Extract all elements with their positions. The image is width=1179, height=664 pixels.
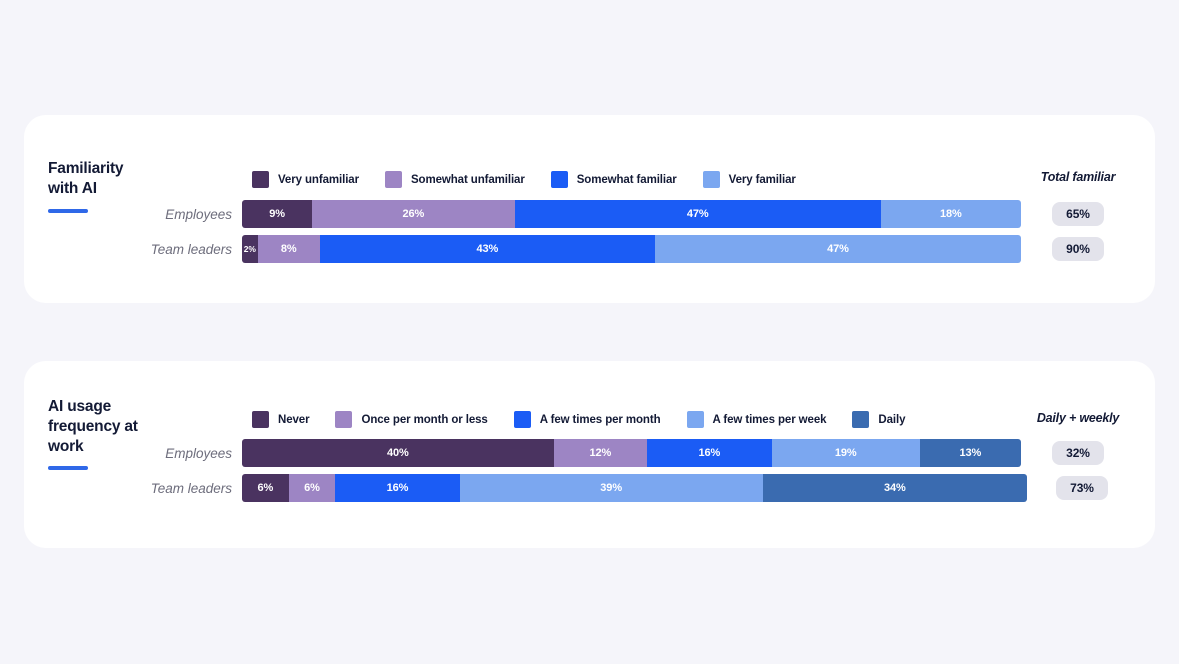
bar-segment-value: 9% — [269, 208, 285, 220]
bar-segment[interactable]: 19% — [772, 439, 920, 467]
legend-item-never[interactable]: Never — [252, 411, 309, 428]
legend-label: Never — [278, 414, 309, 426]
legend-swatch-icon — [252, 411, 269, 428]
table-row: Employees 40% 12% 16% 19% 13% 32% — [24, 439, 1155, 467]
legend-item-daily[interactable]: Daily — [852, 411, 905, 428]
status-badge: 90% — [1052, 237, 1104, 261]
legend-swatch-icon — [514, 411, 531, 428]
bar-segment[interactable]: 16% — [335, 474, 459, 502]
bar-segment[interactable]: 39% — [460, 474, 763, 502]
bar-segment-value: 2% — [244, 244, 256, 254]
bar-rows-familiarity: Employees 9% 26% 47% 18% 65% Team leaders 2… — [24, 200, 1155, 270]
bar-segment-value: 40% — [387, 447, 409, 459]
bar-segment-value: 19% — [835, 447, 857, 459]
legend-familiarity: Very unfamiliar Somewhat unfamiliar Some… — [252, 171, 822, 188]
bar-segment[interactable]: 16% — [647, 439, 772, 467]
bar-segment[interactable]: 26% — [312, 200, 515, 228]
legend-item-very-familiar[interactable]: Very familiar — [703, 171, 796, 188]
row-label-team-leaders: Team leaders — [24, 242, 242, 257]
bar-segment-value: 12% — [589, 447, 611, 459]
legend-item-somewhat-unfamiliar[interactable]: Somewhat unfamiliar — [385, 171, 525, 188]
row-label-employees: Employees — [24, 446, 242, 461]
bar-segment-value: 47% — [827, 243, 849, 255]
bar-segment-value: 34% — [884, 482, 906, 494]
legend-swatch-icon — [385, 171, 402, 188]
legend-label: Very unfamiliar — [278, 174, 359, 186]
summary-cell: 90% — [1023, 237, 1133, 261]
legend-label: Daily — [878, 414, 905, 426]
legend-item-once-per-month-or-less[interactable]: Once per month or less — [335, 411, 487, 428]
bar-segment[interactable]: 13% — [920, 439, 1021, 467]
legend-label: A few times per week — [713, 414, 827, 426]
legend-label: A few times per month — [540, 414, 661, 426]
bar-segment[interactable]: 6% — [289, 474, 336, 502]
bar-segment[interactable]: 12% — [554, 439, 647, 467]
bar-segment[interactable]: 9% — [242, 200, 312, 228]
legend-item-very-unfamiliar[interactable]: Very unfamiliar — [252, 171, 359, 188]
bar-segment[interactable]: 47% — [655, 235, 1021, 263]
chart-title-line-1: Familiarity — [48, 159, 168, 179]
bar-segment[interactable]: 6% — [242, 474, 289, 502]
legend-label: Somewhat familiar — [577, 174, 677, 186]
bar-segment[interactable]: 40% — [242, 439, 554, 467]
chart-title-line-2: frequency at — [48, 417, 168, 437]
summary-cell: 73% — [1027, 476, 1137, 500]
stacked-bar-employees[interactable]: 40% 12% 16% 19% 13% — [242, 439, 1021, 467]
bar-segment[interactable]: 8% — [258, 235, 320, 263]
legend-item-a-few-times-per-month[interactable]: A few times per month — [514, 411, 661, 428]
legend-label: Very familiar — [729, 174, 796, 186]
bar-segment[interactable]: 43% — [320, 235, 655, 263]
summary-header-daily-weekly: Daily + weekly — [1023, 411, 1133, 425]
legend-swatch-icon — [551, 171, 568, 188]
stacked-bar-employees[interactable]: 9% 26% 47% 18% — [242, 200, 1021, 228]
bar-segment[interactable]: 2% — [242, 235, 258, 263]
card-ai-usage-frequency: AI usage frequency at work Never Once pe… — [24, 361, 1155, 548]
chart-title-line-2: with AI — [48, 179, 168, 199]
status-badge: 65% — [1052, 202, 1104, 226]
summary-cell: 65% — [1023, 202, 1133, 226]
bar-segment-value: 6% — [304, 482, 320, 494]
legend-swatch-icon — [703, 171, 720, 188]
bar-segment[interactable]: 18% — [881, 200, 1021, 228]
bar-rows-usage: Employees 40% 12% 16% 19% 13% 32% Team leade… — [24, 439, 1155, 509]
legend-item-a-few-times-per-week[interactable]: A few times per week — [687, 411, 827, 428]
bar-segment[interactable]: 34% — [763, 474, 1027, 502]
chart-title-line-1: AI usage — [48, 397, 168, 417]
card-familiarity-with-ai: Familiarity with AI Very unfamiliar Some… — [24, 115, 1155, 303]
row-label-employees: Employees — [24, 207, 242, 222]
chart-page: Familiarity with AI Very unfamiliar Some… — [0, 0, 1179, 664]
status-badge: 32% — [1052, 441, 1104, 465]
bar-segment-value: 47% — [687, 208, 709, 220]
bar-segment-value: 8% — [281, 243, 297, 255]
summary-cell: 32% — [1023, 441, 1133, 465]
bar-segment-value: 6% — [257, 482, 273, 494]
table-row: Team leaders 6% 6% 16% 39% 34% 73% — [24, 474, 1155, 502]
legend-label: Once per month or less — [361, 414, 487, 426]
legend-swatch-icon — [252, 171, 269, 188]
legend-swatch-icon — [852, 411, 869, 428]
bar-segment-value: 26% — [403, 208, 425, 220]
legend-swatch-icon — [335, 411, 352, 428]
row-label-team-leaders: Team leaders — [24, 481, 242, 496]
bar-segment-value: 39% — [600, 482, 622, 494]
bar-segment-value: 18% — [940, 208, 962, 220]
table-row: Team leaders 2% 8% 43% 47% 90% — [24, 235, 1155, 263]
stacked-bar-team-leaders[interactable]: 2% 8% 43% 47% — [242, 235, 1021, 263]
table-row: Employees 9% 26% 47% 18% 65% — [24, 200, 1155, 228]
chart-title-familiarity: Familiarity with AI — [48, 159, 168, 199]
legend-label: Somewhat unfamiliar — [411, 174, 525, 186]
bar-segment-value: 16% — [387, 482, 409, 494]
bar-segment[interactable]: 47% — [515, 200, 881, 228]
bar-segment-value: 43% — [477, 243, 499, 255]
legend-swatch-icon — [687, 411, 704, 428]
stacked-bar-team-leaders[interactable]: 6% 6% 16% 39% 34% — [242, 474, 1027, 502]
bar-segment-value: 13% — [959, 447, 981, 459]
legend-usage: Never Once per month or less A few times… — [252, 411, 931, 428]
bar-segment-value: 16% — [699, 447, 721, 459]
legend-item-somewhat-familiar[interactable]: Somewhat familiar — [551, 171, 677, 188]
summary-header-total-familiar: Total familiar — [1023, 170, 1133, 184]
status-badge: 73% — [1056, 476, 1108, 500]
